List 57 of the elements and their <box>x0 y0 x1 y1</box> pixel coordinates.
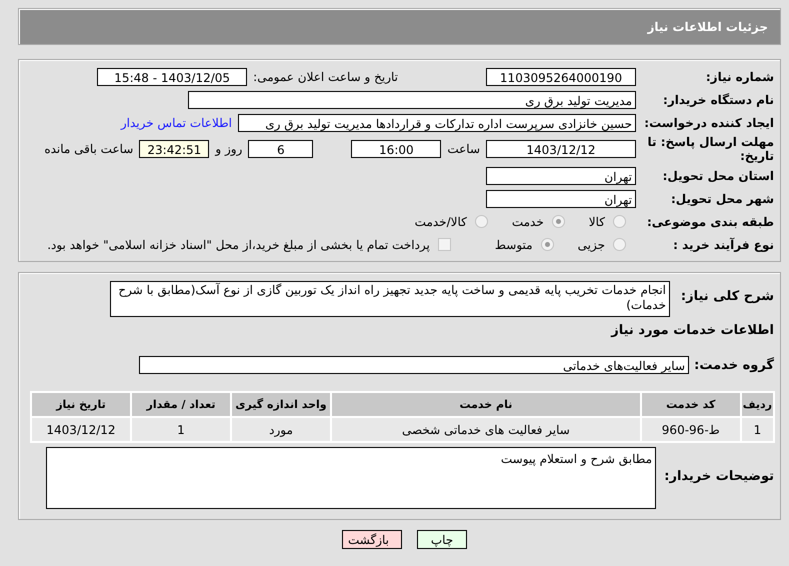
column-header: تاریخ نیاز <box>31 392 131 417</box>
table-cell: 1 <box>740 417 774 442</box>
table-cell: 1403/12/12 <box>31 417 131 442</box>
buyer-org-field: مدیریت تولید برق ری <box>188 90 636 108</box>
description-box: انجام خدمات تخریب پایه قدیمی و ساخت پایه جدید تجهیز راه انداز یک توربین گازی از نوع آسک(مطابق با شرح خدمات) <box>110 281 670 317</box>
deadline-time-field: 16:00 <box>351 140 442 158</box>
field-label: نوع فرآیند خرید : <box>672 238 774 252</box>
radio-button[interactable] <box>552 215 565 228</box>
option-label: کالا/خدمت <box>414 214 467 228</box>
buyer-notes-box: مطابق شرح و استعلام پیوست <box>46 447 656 509</box>
column-header: ردیف <box>740 392 774 417</box>
action-button[interactable]: چاپ <box>417 530 467 549</box>
service-group-field: سایر فعالیت‌های خدماتی <box>139 356 689 374</box>
radio-button[interactable] <box>474 215 488 228</box>
field-label: طبقه بندی موضوعی: <box>646 214 774 228</box>
announce-date-field: 1403/12/05 - 15:48 <box>97 68 248 86</box>
table-cell: 1 <box>131 417 231 442</box>
city-field: تهران <box>486 190 636 208</box>
field-label: گروه خدمت: <box>694 358 774 372</box>
radio-button[interactable] <box>613 215 626 228</box>
buyer-contact-link[interactable]: اطلاعات تماس خریدار <box>120 116 232 130</box>
field-label: استان محل تحویل: <box>662 168 774 182</box>
remaining-time-field: 23:42:51 <box>139 140 210 158</box>
option-label: کالا <box>588 214 605 228</box>
column-header: کد خدمت <box>640 392 741 417</box>
column-header: نام خدمت <box>331 392 641 417</box>
radio-button[interactable] <box>540 238 554 251</box>
section-heading: اطلاعات خدمات مورد نیاز <box>610 323 774 340</box>
field-label: ایجاد کننده درخواست: <box>643 116 774 130</box>
checkbox-label: پرداخت تمام یا بخشی از مبلغ خرید،از محل "اسناد خزانه اسلامی" خواهد بود. <box>47 238 430 252</box>
field-label: نام دستگاه خریدار: <box>662 92 774 106</box>
option-label: متوسط <box>494 238 533 252</box>
deadline-date-field: 1403/12/12 <box>486 140 636 158</box>
option-label: خدمت <box>512 214 544 228</box>
table-cell: ط-96-960 <box>640 417 741 442</box>
field-label: روز و <box>215 142 242 156</box>
column-header: تعداد / مقدار <box>131 392 231 417</box>
field-label: توضیحات خریدار: <box>663 468 774 484</box>
checkbox[interactable] <box>438 238 451 251</box>
province-field: تهران <box>486 166 636 184</box>
radio-button[interactable] <box>613 238 626 251</box>
field-label: ساعت <box>447 142 480 156</box>
days-field: 6 <box>248 140 314 158</box>
requester-field: حسین خانزادی سرپرست اداره تدارکات و قراردادها مدیریت تولید برق ری <box>238 114 636 132</box>
field-label: تاریخ و ساعت اعلان عمومی: <box>253 70 398 84</box>
field-label: شرح کلی نیاز: <box>680 288 774 304</box>
field-label: ساعت باقی مانده <box>44 142 134 156</box>
field-label: مهلت ارسال پاسخ: تا تاریخ: <box>646 135 774 163</box>
page-title: جزئیات اطلاعات نیاز <box>647 20 768 34</box>
field-label: شماره نیاز: <box>704 70 774 84</box>
action-button[interactable]: بازگشت <box>342 530 402 549</box>
need-number-field: 1103095264000190 <box>486 68 636 86</box>
option-label: جزیی <box>578 238 605 252</box>
column-header: واحد اندازه گیری <box>231 392 331 417</box>
table-cell: مورد <box>231 417 331 442</box>
field-label: شهر محل تحویل: <box>670 192 774 206</box>
table-cell: سایر فعالیت های خدماتی شخصی <box>331 417 641 442</box>
